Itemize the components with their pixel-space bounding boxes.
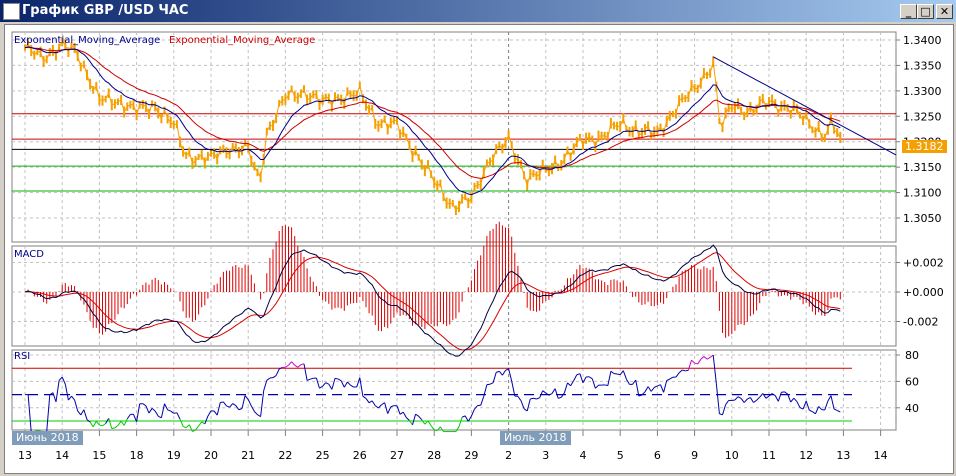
price-axis-label: 1.3050 <box>903 212 942 225</box>
day-label: 22 <box>278 449 292 462</box>
legend-ema-fast: Exponential_Moving_Average <box>14 35 161 46</box>
day-label: 18 <box>130 449 144 462</box>
day-label: 29 <box>464 449 478 462</box>
day-label: 5 <box>617 449 624 462</box>
rsi-segment <box>617 373 621 376</box>
price-axis-label: 1.3300 <box>903 85 942 98</box>
day-label: 4 <box>580 449 587 462</box>
day-label: 20 <box>204 449 218 462</box>
rsi-title: RSI <box>14 351 31 362</box>
day-label: 12 <box>799 449 813 462</box>
day-label: 13 <box>18 449 32 462</box>
day-label: 26 <box>353 449 367 462</box>
price-axis-label: 1.3150 <box>903 161 942 174</box>
macd-title: MACD <box>14 249 44 260</box>
legend-ema-slow: Exponential_Moving_Average <box>169 35 316 46</box>
day-label: 13 <box>836 449 850 462</box>
macd-axis-label: +0.002 <box>903 257 944 270</box>
pane-0 <box>11 31 897 243</box>
day-label: 15 <box>92 449 106 462</box>
day-label: 14 <box>55 449 69 462</box>
day-label: 6 <box>654 449 661 462</box>
day-label: 28 <box>427 449 441 462</box>
rsi-axis-label: 40 <box>905 402 919 415</box>
day-label: 25 <box>316 449 330 462</box>
chart-canvas[interactable]: 13 14 15 18 19 20 21 22 25 26 27 28 29 2 3 4 5 6 9 10 11 12 13… <box>0 0 956 476</box>
day-label: 14 <box>874 449 888 462</box>
macd-axis-label: -0.002 <box>903 316 938 329</box>
macd-axis-label: +0.000 <box>903 286 944 299</box>
price-axis-label: 1.3100 <box>903 187 942 200</box>
rsi-axis-label: 60 <box>905 375 919 388</box>
rsi-segment <box>685 369 689 372</box>
day-label: 21 <box>241 449 255 462</box>
day-label: 3 <box>542 449 549 462</box>
day-label: 10 <box>725 449 739 462</box>
rsi-segment <box>530 397 534 400</box>
rsi-segment <box>173 412 177 414</box>
rsi-axis-label: 80 <box>905 349 919 362</box>
month-label-july: Июль 2018 <box>500 431 571 445</box>
day-label: 27 <box>390 449 404 462</box>
day-label: 2 <box>505 449 512 462</box>
day-label: 9 <box>691 449 698 462</box>
day-label: 19 <box>167 449 181 462</box>
price-axis-label: 1.3250 <box>903 110 942 123</box>
rsi-segment <box>220 401 224 404</box>
pane-1 <box>11 245 897 347</box>
price-axis-label: 1.3400 <box>903 34 942 47</box>
day-label: 11 <box>762 449 776 462</box>
pane-2 <box>11 349 897 431</box>
month-label-june: Июнь 2018 <box>12 431 83 445</box>
price-axis-label: 1.3350 <box>903 59 942 72</box>
current-price-tag: 1.3182 <box>902 140 947 153</box>
rsi-segment <box>334 377 339 380</box>
